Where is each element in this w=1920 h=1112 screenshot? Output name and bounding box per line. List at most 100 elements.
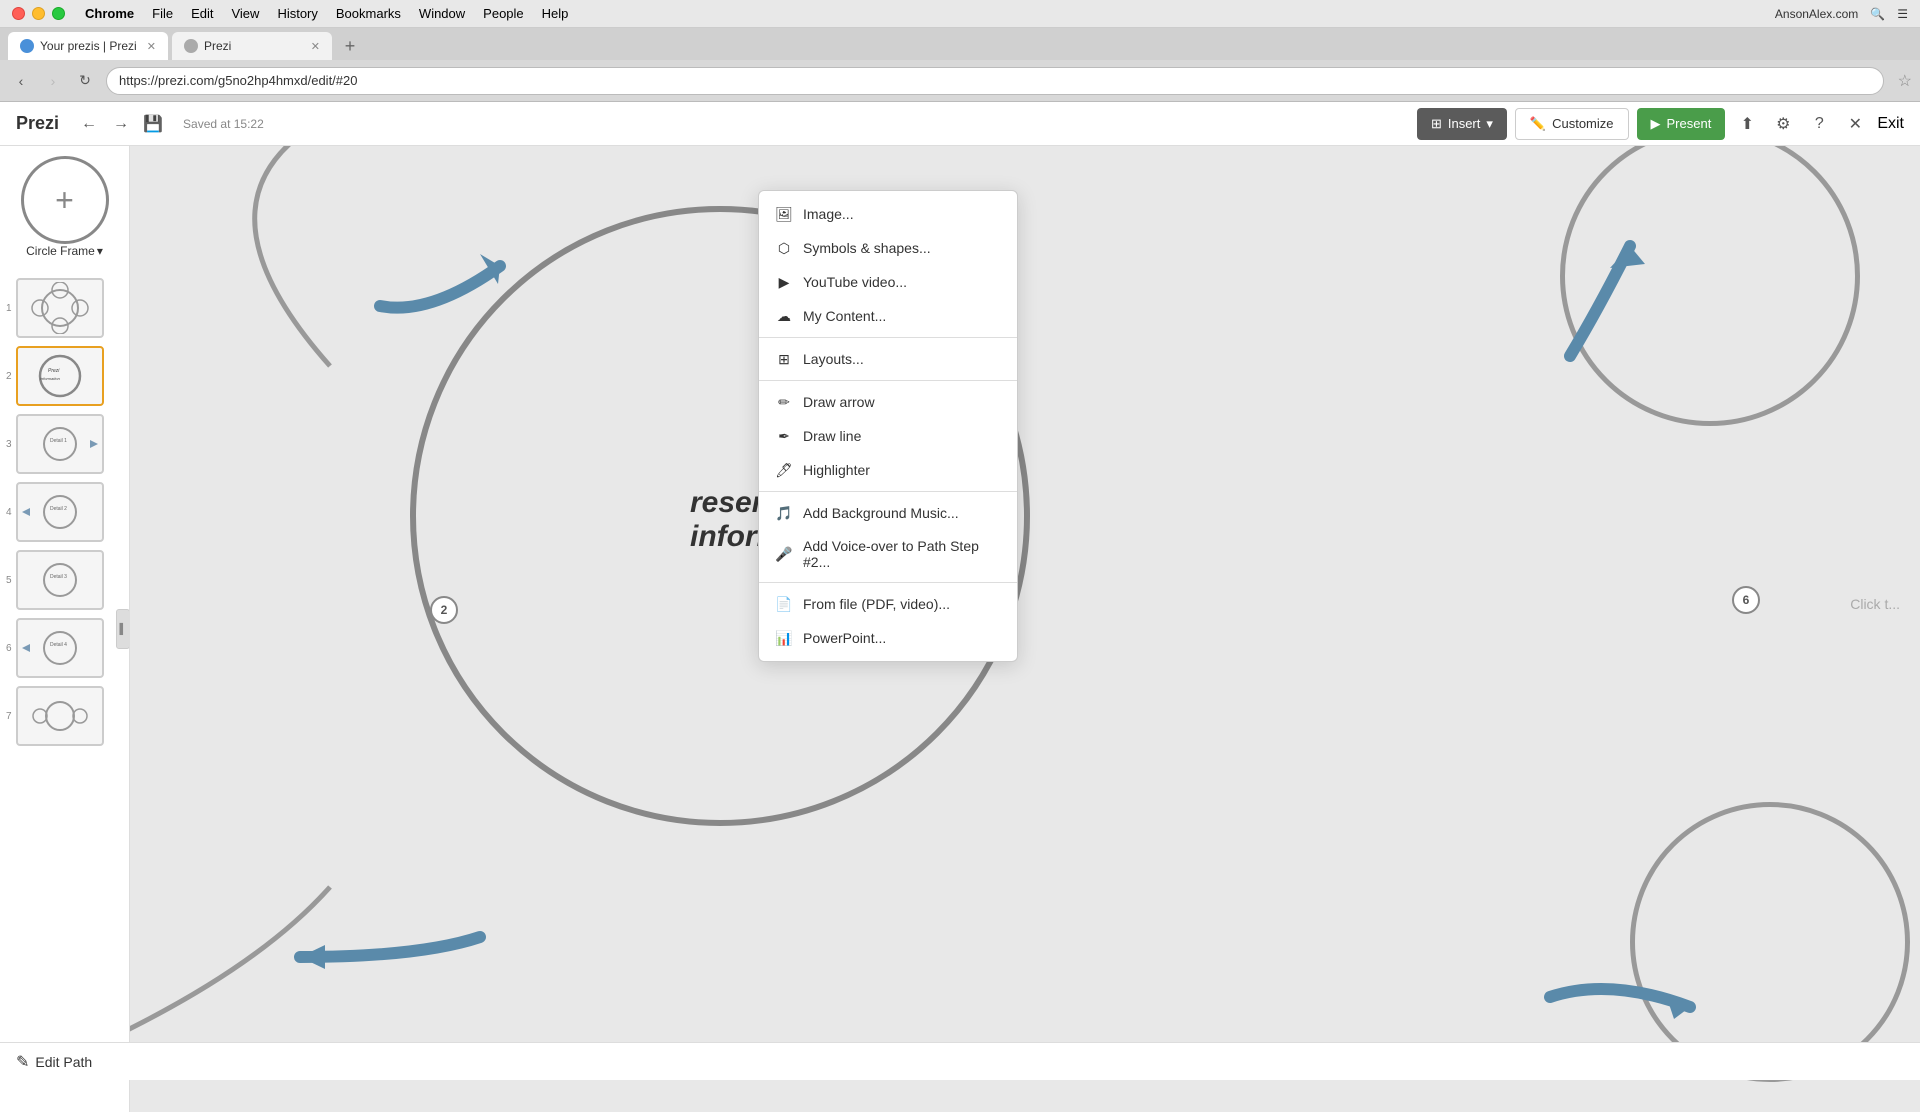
slide-row-5: 5 Detail 3 <box>0 550 129 610</box>
reload-button[interactable]: ↻ <box>72 68 98 94</box>
present-button[interactable]: ▶ Present <box>1637 108 1726 140</box>
list-icon[interactable]: ☰ <box>1897 7 1908 21</box>
menu-item-mycontent[interactable]: ☁ My Content... <box>759 299 1017 333</box>
menu-item-youtube-label: YouTube video... <box>803 274 907 290</box>
arrow-4 <box>1540 947 1700 1042</box>
back-nav-button[interactable]: ← <box>75 110 103 138</box>
menu-item-layouts-label: Layouts... <box>803 351 864 367</box>
frame-label: Circle Frame ▾ <box>10 244 120 258</box>
mac-menu-window[interactable]: Window <box>419 6 465 21</box>
mac-menu-history[interactable]: History <box>277 6 317 21</box>
back-button[interactable]: ‹ <box>8 68 34 94</box>
tab-prezi[interactable]: Prezi ✕ <box>172 32 332 60</box>
maximize-button[interactable] <box>52 7 65 20</box>
help-button[interactable]: ? <box>1805 110 1833 138</box>
edit-path-button[interactable]: ✎ Edit Path <box>16 1052 92 1072</box>
title-bar: Chrome File Edit View History Bookmarks … <box>0 0 1920 28</box>
slide-num-label-4: 4 <box>6 507 12 518</box>
menu-item-draw-line[interactable]: ✒ Draw line <box>759 419 1017 453</box>
minimize-button[interactable] <box>32 7 45 20</box>
top-right-info: AnsonAlex.com 🔍 ☰ <box>1775 7 1908 21</box>
separator-1 <box>759 337 1017 338</box>
menu-item-voiceover-label: Add Voice-over to Path Step #2... <box>803 538 1001 570</box>
slide-num-label-6: 6 <box>6 643 12 654</box>
slide-num-label-1: 1 <box>6 303 12 314</box>
slide-thumb-4[interactable]: Detail 2 <box>16 482 104 542</box>
traffic-lights[interactable] <box>12 7 65 20</box>
voice-icon: 🎤 <box>775 545 793 563</box>
slide-thumb-5[interactable]: Detail 3 <box>16 550 104 610</box>
close-editor-button[interactable]: ✕ <box>1841 110 1869 138</box>
slide-thumb-2[interactable]: Prezi information <box>16 346 104 406</box>
menu-item-highlighter[interactable]: 🖊 Highlighter <box>759 453 1017 487</box>
layouts-icon: ⊞ <box>775 350 793 368</box>
save-status: Saved at 15:22 <box>183 117 264 131</box>
menu-item-mycontent-label: My Content... <box>803 308 886 324</box>
frame-dropdown-icon[interactable]: ▾ <box>97 244 103 258</box>
canvas[interactable]: resent information and ideas 2 6 Click t… <box>130 146 1920 1112</box>
menu-item-draw-arrow[interactable]: ✏ Draw arrow <box>759 385 1017 419</box>
sidebar-collapse-handle[interactable]: ▌ <box>116 609 130 649</box>
bookmark-icon[interactable]: ☆ <box>1898 71 1912 91</box>
click-hint-text: Click t... <box>1850 596 1900 612</box>
url-text: https://prezi.com/g5no2hp4hmxd/edit/#20 <box>119 73 357 88</box>
separator-3 <box>759 491 1017 492</box>
tab-yourprezis[interactable]: Your prezis | Prezi ✕ <box>8 32 168 60</box>
slide-thumb-3[interactable]: Detail 1 <box>16 414 104 474</box>
mac-menu-bookmarks[interactable]: Bookmarks <box>336 6 401 21</box>
menu-item-symbols[interactable]: ⬡ Symbols & shapes... <box>759 231 1017 265</box>
menu-item-powerpoint-label: PowerPoint... <box>803 630 886 646</box>
frame-preview[interactable]: + <box>21 156 109 244</box>
slide-num-label-2: 2 <box>6 371 12 382</box>
save-button[interactable]: 💾 <box>139 110 167 138</box>
tab-favicon-1 <box>20 39 34 53</box>
search-icon[interactable]: 🔍 <box>1870 7 1885 21</box>
menu-item-draw-line-label: Draw line <box>803 428 861 444</box>
menu-item-music[interactable]: 🎵 Add Background Music... <box>759 496 1017 530</box>
add-frame-icon: + <box>55 182 74 219</box>
svg-text:Detail 4: Detail 4 <box>50 642 67 648</box>
slide-thumb-1[interactable] <box>16 278 104 338</box>
mac-menu-file[interactable]: File <box>152 6 173 21</box>
frame-selector[interactable]: + Circle Frame ▾ <box>10 156 120 262</box>
mac-menu-people[interactable]: People <box>483 6 523 21</box>
customize-icon: ✏️ <box>1530 116 1546 132</box>
share-button[interactable]: ⬆ <box>1733 110 1761 138</box>
mac-menu-edit[interactable]: Edit <box>191 6 213 21</box>
step-2-badge: 2 <box>430 596 458 624</box>
menu-item-image-label: Image... <box>803 206 854 222</box>
tab-close-2[interactable]: ✕ <box>311 40 320 53</box>
svg-text:Detail 3: Detail 3 <box>50 574 67 580</box>
tab-close-1[interactable]: ✕ <box>147 40 156 53</box>
file-icon: 📄 <box>775 595 793 613</box>
insert-button[interactable]: ⊞ Insert ▾ <box>1417 108 1507 140</box>
shapes-icon: ⬡ <box>775 239 793 257</box>
mac-menu-view[interactable]: View <box>231 6 259 21</box>
slide-row-7: 7 <box>0 686 129 746</box>
svg-text:Detail 1: Detail 1 <box>50 438 67 444</box>
close-button[interactable] <box>12 7 25 20</box>
mac-app-name[interactable]: Chrome <box>85 6 134 21</box>
forward-button[interactable]: › <box>40 68 66 94</box>
menu-item-fromfile[interactable]: 📄 From file (PDF, video)... <box>759 587 1017 621</box>
sidebar: + Circle Frame ▾ 1 2 <box>0 146 130 1112</box>
top-left-arc <box>130 146 350 391</box>
settings-button[interactable]: ⚙ <box>1769 110 1797 138</box>
customize-button[interactable]: ✏️ Customize <box>1515 108 1629 140</box>
arrow-icon: ✏ <box>775 393 793 411</box>
mac-menu-help[interactable]: Help <box>542 6 569 21</box>
slide-thumb-7[interactable] <box>16 686 104 746</box>
menu-item-youtube[interactable]: ▶ YouTube video... <box>759 265 1017 299</box>
new-tab-button[interactable]: + <box>336 32 364 60</box>
menu-item-image[interactable]: 🖼 Image... <box>759 197 1017 231</box>
slide-thumb-6[interactable]: Detail 4 <box>16 618 104 678</box>
tab-label-1: Your prezis | Prezi <box>40 39 137 53</box>
menu-item-layouts[interactable]: ⊞ Layouts... <box>759 342 1017 376</box>
toolbar-nav: ← → 💾 <box>75 110 167 138</box>
menu-item-voiceover[interactable]: 🎤 Add Voice-over to Path Step #2... <box>759 530 1017 578</box>
customize-label: Customize <box>1552 116 1613 131</box>
menu-item-draw-arrow-label: Draw arrow <box>803 394 875 410</box>
menu-item-powerpoint[interactable]: 📊 PowerPoint... <box>759 621 1017 655</box>
forward-nav-button[interactable]: → <box>107 110 135 138</box>
url-bar[interactable]: https://prezi.com/g5no2hp4hmxd/edit/#20 <box>106 67 1884 95</box>
